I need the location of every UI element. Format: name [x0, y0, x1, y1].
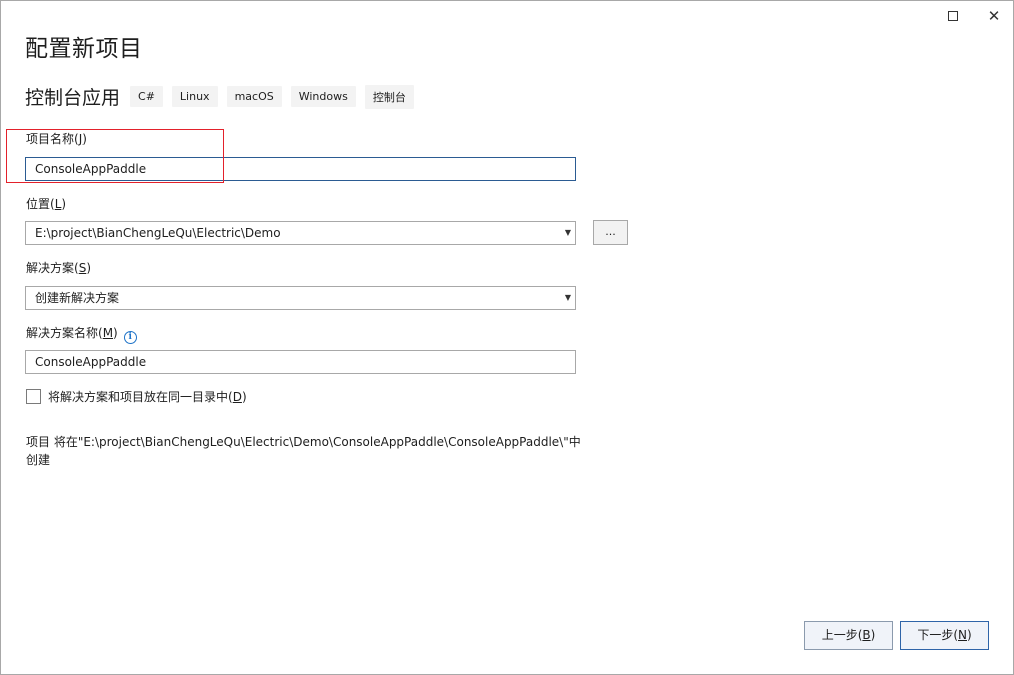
same-directory-option[interactable]: 将解决方案和项目放在同一目录中(D): [26, 388, 247, 405]
maximize-button[interactable]: [938, 5, 968, 27]
project-name-label: 项目名称(J): [26, 132, 87, 146]
template-info: 控制台应用 C# Linux macOS Windows 控制台: [25, 83, 423, 110]
project-path-note: 项目 将在"E:\project\BianChengLeQu\Electric\…: [26, 435, 581, 467]
location-label: 位置(L): [26, 197, 67, 211]
project-name-input[interactable]: ConsoleAppPaddle: [25, 157, 576, 181]
next-button[interactable]: 下一步(N): [900, 621, 989, 650]
tag-console: 控制台: [364, 84, 414, 109]
configure-project-dialog: ✕ 配置新项目 控制台应用 C# Linux macOS Windows 控制台…: [0, 0, 1014, 675]
solution-label: 解决方案(S): [26, 261, 91, 275]
page-title: 配置新项目: [25, 36, 143, 62]
solution-name-label: 解决方案名称(M) i: [26, 324, 137, 344]
close-button[interactable]: ✕: [979, 5, 1009, 27]
same-directory-checkbox[interactable]: [26, 389, 41, 404]
maximize-icon: [948, 11, 958, 21]
tag-csharp: C#: [130, 86, 163, 107]
tag-linux: Linux: [171, 86, 218, 107]
browse-button[interactable]: ...: [593, 220, 628, 245]
same-directory-label: 将解决方案和项目放在同一目录中(D): [48, 390, 247, 404]
tag-macos: macOS: [226, 86, 282, 107]
dropdown-arrow-icon[interactable]: ▼: [565, 222, 571, 244]
info-icon[interactable]: i: [123, 330, 137, 344]
location-combobox[interactable]: E:\project\BianChengLeQu\Electric\Demo ▼: [25, 221, 576, 245]
close-icon: ✕: [987, 7, 1001, 25]
tag-windows: Windows: [290, 86, 356, 107]
solution-select[interactable]: 创建新解决方案 ▼: [25, 286, 576, 310]
back-button[interactable]: 上一步(B): [804, 621, 893, 650]
dropdown-arrow-icon[interactable]: ▼: [565, 287, 571, 309]
template-name: 控制台应用: [25, 87, 121, 109]
solution-name-input[interactable]: ConsoleAppPaddle: [25, 350, 576, 374]
